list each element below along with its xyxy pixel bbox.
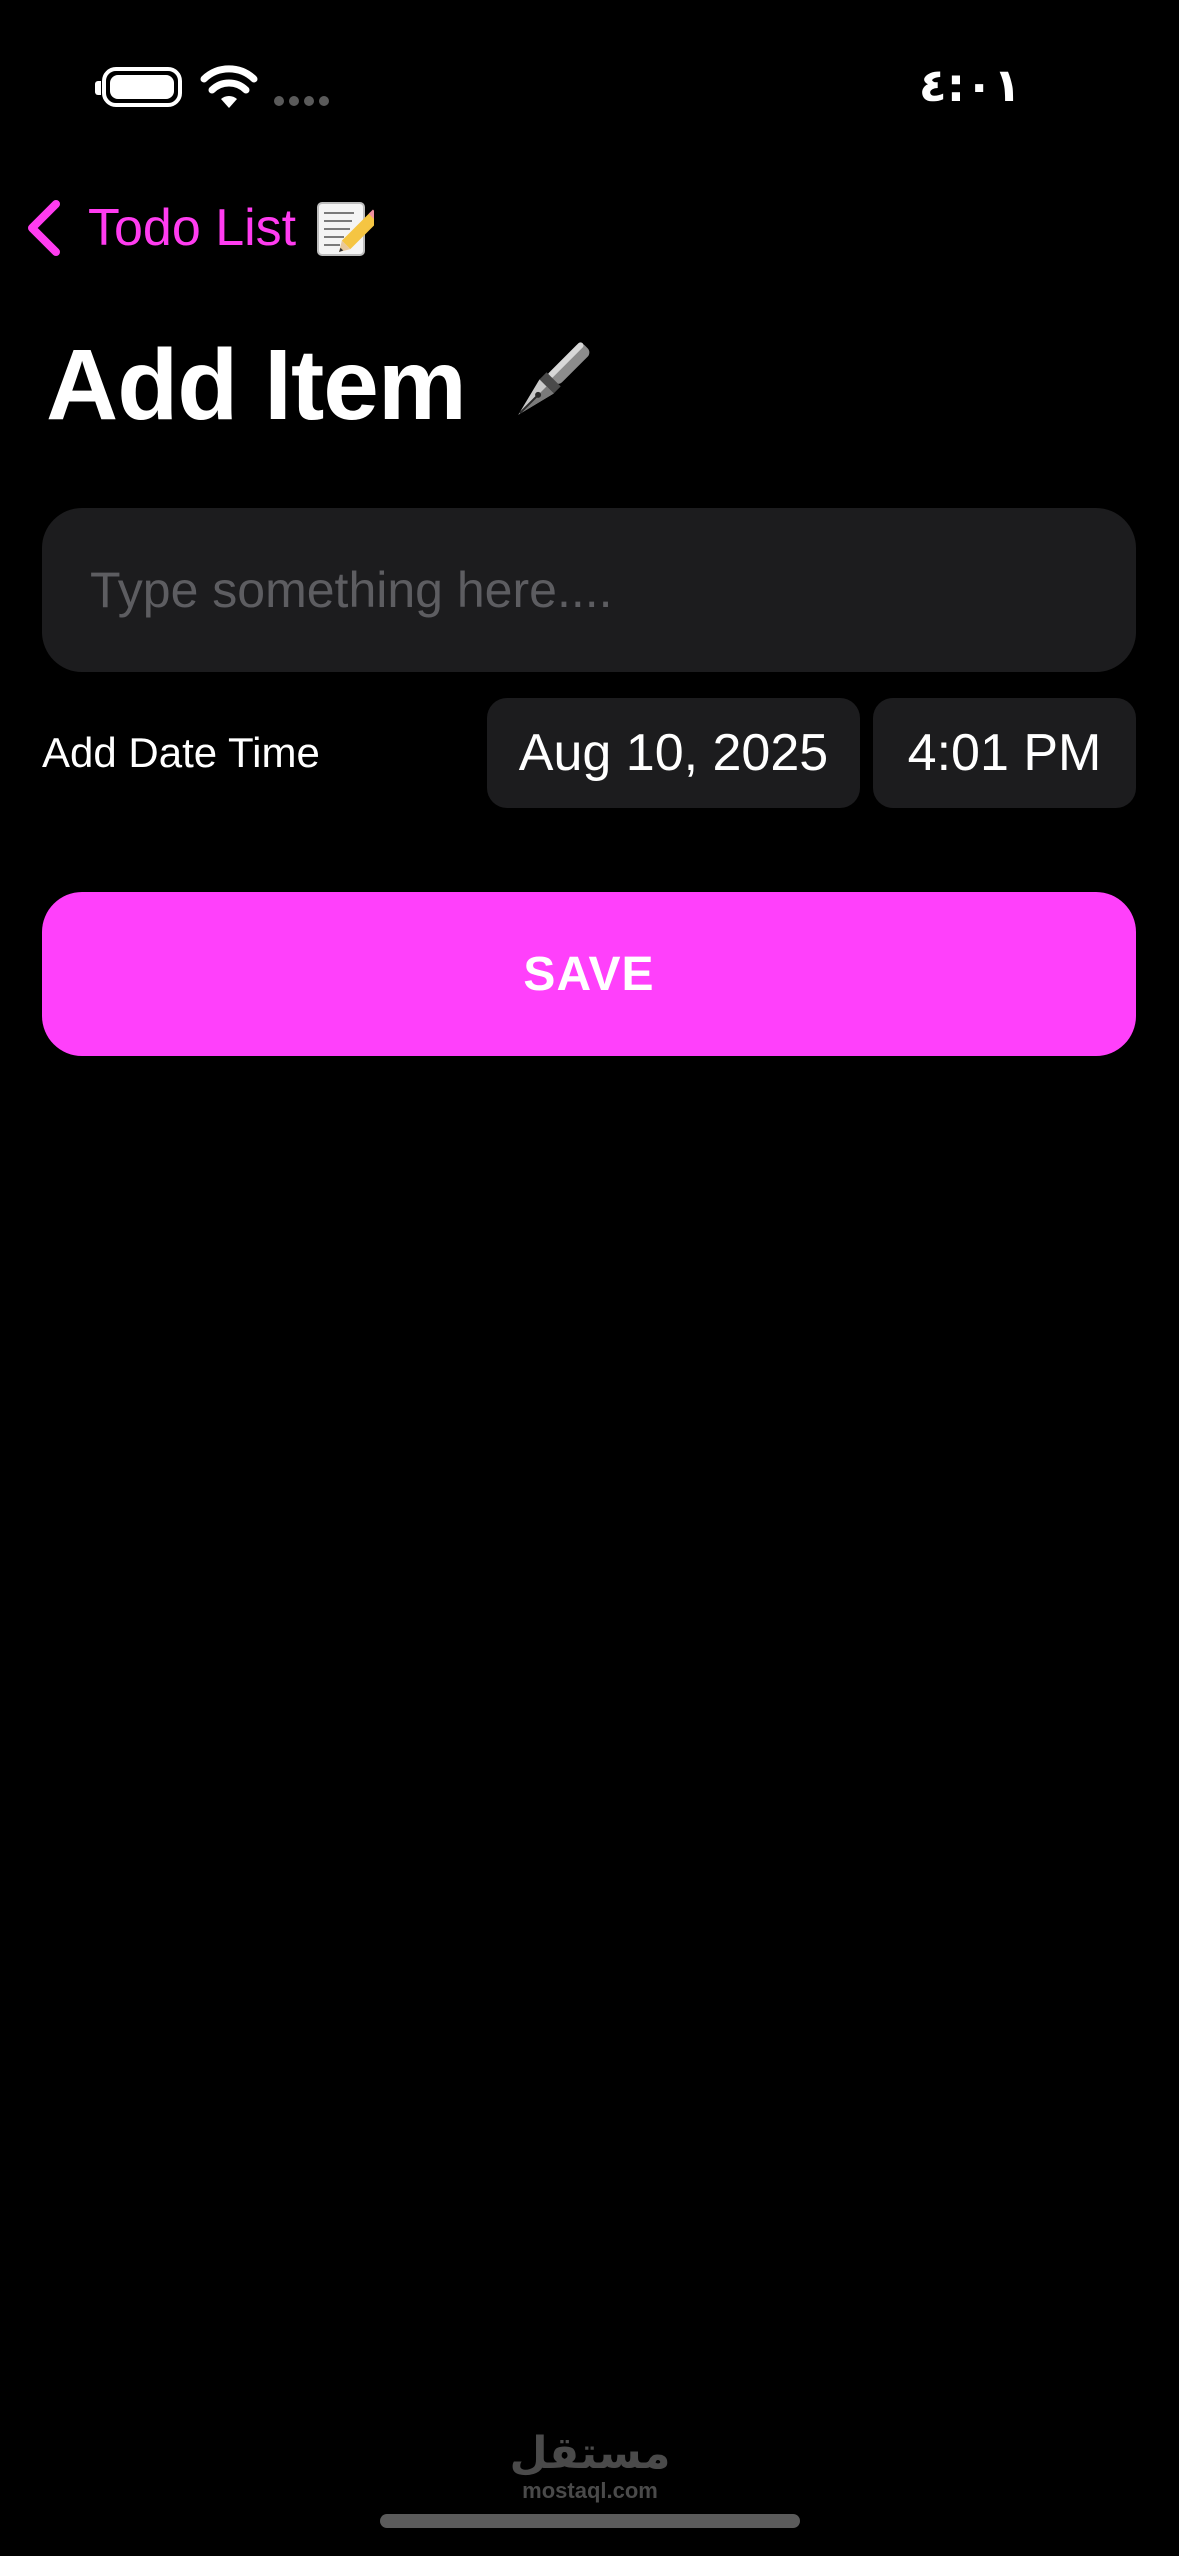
fountain-pen-emoji-icon [518,342,590,415]
cellular-signal-icon [274,93,338,106]
status-bar: ٤:٠١ [0,0,1179,150]
date-picker[interactable]: Aug 10, 2025 [487,698,860,808]
status-time: ٤:٠١ [918,58,1022,112]
watermark-logo: مستقل [509,2428,671,2479]
watermark: مستقل mostaql.com [490,2430,690,2504]
back-button[interactable]: Todo List [24,190,375,266]
memo-emoji-icon [317,202,375,256]
page-title: Add Item [46,329,467,441]
back-button-label: Todo List [88,199,297,257]
home-indicator[interactable] [380,2514,800,2528]
page-title-row: Add Item [46,320,602,450]
item-text-input[interactable] [42,508,1136,672]
save-button[interactable]: SAVE [42,892,1136,1056]
time-picker[interactable]: 4:01 PM [873,698,1136,808]
battery-icon [95,67,182,107]
wifi-icon [200,65,258,108]
watermark-url: mostaql.com [522,2478,658,2503]
chevron-left-icon [28,200,60,256]
date-time-label: Add Date Time [42,729,320,776]
